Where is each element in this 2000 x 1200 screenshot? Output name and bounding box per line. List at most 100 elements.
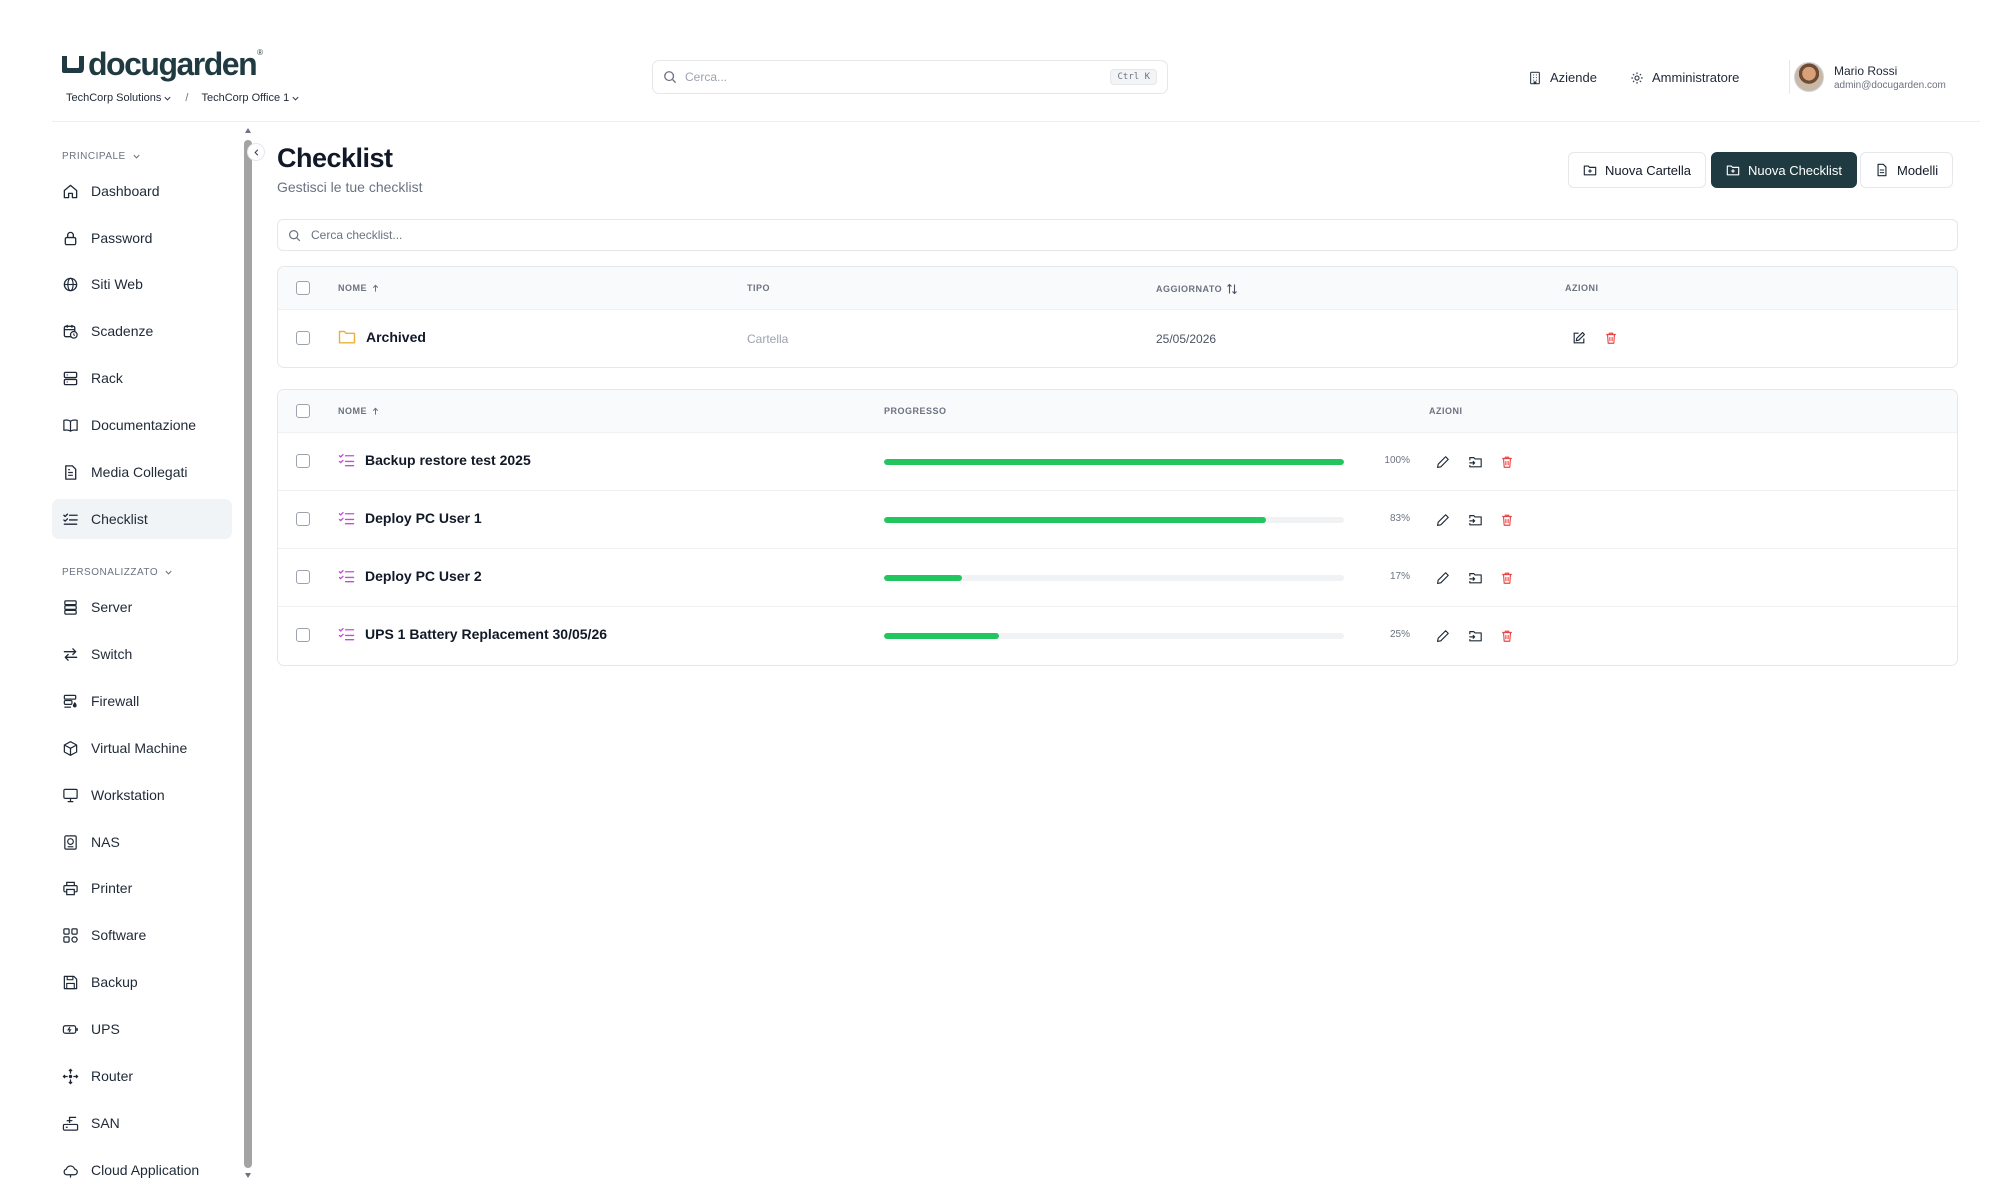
sidebar-item-dashboard[interactable]: Dashboard (52, 171, 232, 211)
edit-checklist-button[interactable] (1433, 626, 1453, 646)
sidebar-item-ups[interactable]: UPS (52, 1009, 232, 1049)
admin-label: Amministratore (1652, 70, 1740, 85)
sidebar-scrollbar[interactable] (244, 128, 252, 1178)
table-row[interactable]: Deploy PC User 1 83% (278, 491, 1957, 549)
page-subtitle: Gestisci le tue checklist (277, 179, 423, 195)
row-checkbox[interactable] (296, 570, 310, 584)
column-header-nome[interactable]: NOME (338, 283, 380, 293)
logo-mark-icon (60, 53, 86, 75)
scroll-down-arrow-icon[interactable] (245, 1173, 251, 1178)
folder-input-icon (1468, 631, 1482, 642)
column-header-progresso[interactable]: PROGRESSO (884, 406, 947, 416)
edit-folder-button[interactable] (1569, 328, 1589, 348)
select-all-checkbox[interactable] (296, 281, 310, 295)
sidebar-item-media-collegati[interactable]: Media Collegati (52, 452, 232, 492)
sidebar-item-documentazione[interactable]: Documentazione (52, 405, 232, 445)
user-name: Mario Rossi (1834, 64, 1898, 78)
move-checklist-button[interactable] (1465, 568, 1485, 588)
sidebar-item-workstation[interactable]: Workstation (52, 775, 232, 815)
folder-plus-icon (1583, 165, 1597, 176)
checklist-name-cell[interactable]: Deploy PC User 2 (338, 568, 482, 584)
new-folder-button[interactable]: Nuova Cartella (1568, 152, 1706, 188)
table-row[interactable]: Backup restore test 2025 100% (278, 433, 1957, 491)
column-header-aggiornato[interactable]: AGGIORNATO (1156, 283, 1238, 295)
sidebar-item-printer[interactable]: Printer (52, 868, 232, 908)
admin-link[interactable]: Amministratore (1630, 70, 1739, 85)
edit-checklist-button[interactable] (1433, 452, 1453, 472)
checklist-name-cell[interactable]: Backup restore test 2025 (338, 452, 531, 468)
select-all-checkbox[interactable] (296, 404, 310, 418)
sidebar-item-switch[interactable]: Switch (52, 634, 232, 674)
sidebar-item-server[interactable]: Server (52, 587, 232, 627)
move-checklist-button[interactable] (1465, 452, 1485, 472)
search-icon (664, 71, 677, 84)
breadcrumb-site[interactable]: TechCorp Office 1 (201, 92, 300, 104)
sidebar-item-rack[interactable]: Rack (52, 358, 232, 398)
scrollbar-thumb[interactable] (244, 140, 252, 1168)
sidebar-item-scadenze[interactable]: Scadenze (52, 311, 232, 351)
sidebar-item-password[interactable]: Password (52, 218, 232, 258)
save-icon (63, 975, 78, 989)
logo-text: docugarden (88, 46, 258, 82)
delete-checklist-button[interactable] (1497, 452, 1517, 472)
scroll-up-arrow-icon[interactable] (245, 128, 251, 133)
row-checkbox[interactable] (296, 512, 310, 526)
folder-type: Cartella (747, 332, 789, 346)
sidebar-section-principale[interactable]: PRINCIPALE (62, 151, 141, 162)
trash-icon (1502, 456, 1512, 468)
edit-checklist-button[interactable] (1433, 568, 1453, 588)
breadcrumb-company[interactable]: TechCorp Solutions (66, 92, 172, 104)
delete-checklist-button[interactable] (1497, 510, 1517, 530)
avatar[interactable] (1794, 62, 1824, 92)
templates-button[interactable]: Modelli (1860, 152, 1954, 188)
delete-checklist-button[interactable] (1497, 626, 1517, 646)
companies-link[interactable]: Aziende (1528, 70, 1597, 85)
folder-updated: 25/05/2026 (1156, 332, 1217, 346)
chevron-left-icon (253, 148, 258, 156)
delete-checklist-button[interactable] (1497, 568, 1517, 588)
table-row[interactable]: Archived Cartella 25/05/2026 (278, 310, 1957, 367)
trash-icon (1606, 332, 1616, 344)
move-checklist-button[interactable] (1465, 510, 1485, 530)
sidebar-item-virtual-machine[interactable]: Virtual Machine (52, 728, 232, 768)
list-checks-icon (338, 627, 355, 641)
column-header-nome[interactable]: NOME (338, 406, 380, 416)
sidebar-item-router[interactable]: Router (52, 1056, 232, 1096)
checklist-name-cell[interactable]: Deploy PC User 1 (338, 510, 482, 526)
column-header-tipo[interactable]: TIPO (747, 283, 770, 293)
row-checkbox[interactable] (296, 454, 310, 468)
sidebar-section-personalizzato[interactable]: PERSONALIZZATO (62, 567, 173, 578)
cube-icon (63, 740, 78, 756)
folder-name-cell[interactable]: Archived (338, 329, 426, 345)
sidebar-item-cloud-application[interactable]: Cloud Application (52, 1150, 232, 1190)
row-checkbox[interactable] (296, 331, 310, 345)
docugarden-logo[interactable]: docugarden ® (60, 48, 263, 80)
sidebar-item-firewall[interactable]: Firewall (52, 681, 232, 721)
edit-checklist-button[interactable] (1433, 510, 1453, 530)
sidebar-item-backup[interactable]: Backup (52, 962, 232, 1002)
header-divider (1789, 60, 1790, 94)
global-search-input[interactable]: Cerca... Ctrl K (652, 60, 1168, 94)
collapse-sidebar-button[interactable] (247, 143, 265, 161)
search-icon (289, 229, 301, 241)
sidebar-item-siti-web[interactable]: Siti Web (52, 264, 232, 304)
checklist-search-input[interactable]: Cerca checklist... (277, 219, 1958, 251)
user-menu[interactable]: Mario Rossi admin@docugarden.com (1834, 64, 1946, 91)
home-icon (63, 184, 78, 198)
sidebar-item-software[interactable]: Software (52, 915, 232, 955)
page-title: Checklist (277, 143, 393, 173)
checklist-name: Deploy PC User 2 (365, 568, 482, 584)
row-checkbox[interactable] (296, 628, 310, 642)
trash-icon (1502, 514, 1512, 526)
sidebar-item-nas[interactable]: NAS (52, 822, 232, 862)
sidebar-item-san[interactable]: SAN (52, 1103, 232, 1143)
checklist-name-cell[interactable]: UPS 1 Battery Replacement 30/05/26 (338, 626, 607, 642)
arrow-up-icon (372, 407, 379, 415)
move-checklist-button[interactable] (1465, 626, 1485, 646)
table-row[interactable]: Deploy PC User 2 17% (278, 549, 1957, 607)
new-checklist-button[interactable]: Nuova Checklist (1711, 152, 1857, 188)
delete-folder-button[interactable] (1601, 328, 1621, 348)
table-row[interactable]: UPS 1 Battery Replacement 30/05/26 25% (278, 607, 1957, 665)
pencil-icon (1437, 630, 1449, 642)
sidebar-item-checklist[interactable]: Checklist (52, 499, 232, 539)
